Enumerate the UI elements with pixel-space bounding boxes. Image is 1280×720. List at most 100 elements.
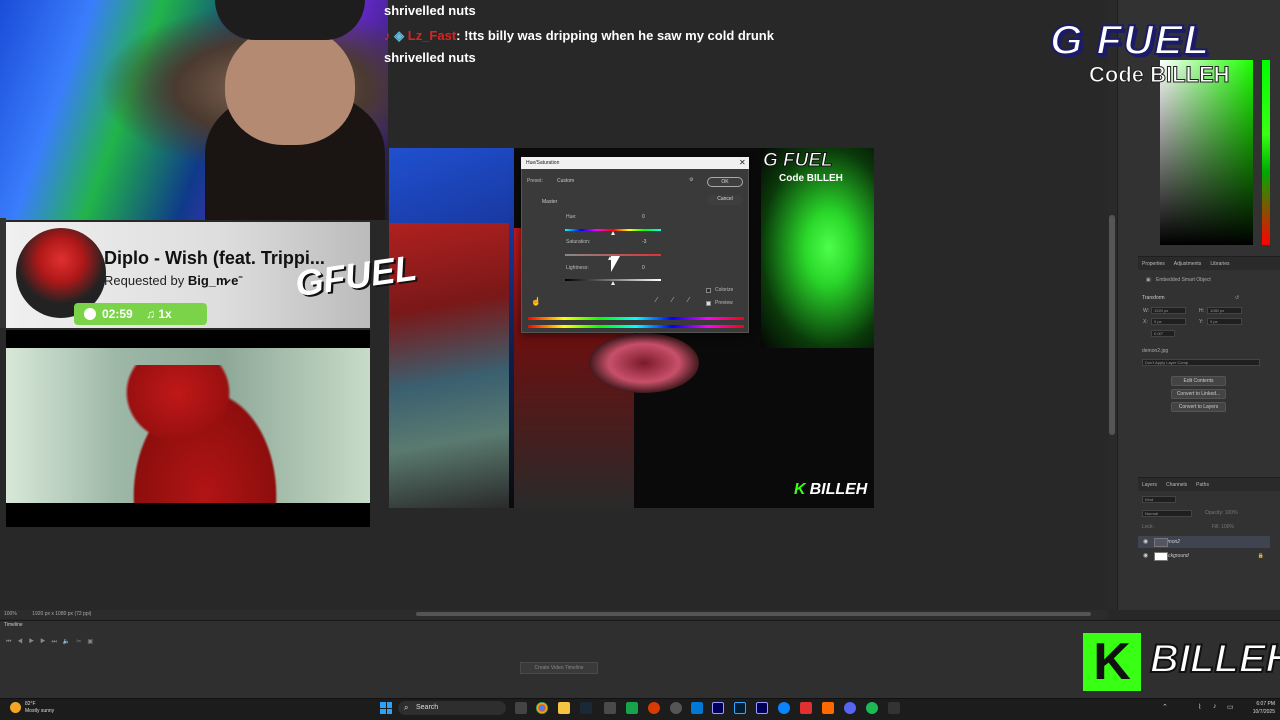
lightness-slider-knob[interactable] xyxy=(611,281,615,285)
app-icon[interactable] xyxy=(670,702,682,714)
canvas-gfuel-logo: G FUEL xyxy=(763,150,834,172)
network-icon[interactable]: ⌇ xyxy=(1198,703,1201,711)
discord-icon[interactable] xyxy=(844,702,856,714)
create-video-timeline-button[interactable]: Create Video Timeline xyxy=(520,662,598,674)
photoshop-icon[interactable] xyxy=(734,702,746,714)
eye-icon[interactable]: ◉ xyxy=(1143,550,1148,562)
reset-icon[interactable]: ↺ xyxy=(1235,295,1239,301)
horizontal-scrollbar[interactable] xyxy=(416,612,1091,616)
requested-prefix: Requested by xyxy=(104,273,188,288)
angle-field[interactable]: 0.00° xyxy=(1151,330,1175,337)
hand-icon[interactable]: ☝ xyxy=(531,297,541,306)
app-icon[interactable] xyxy=(778,702,790,714)
song-requester: Requested by Big_m̷ eˉ xyxy=(104,273,243,288)
tab-properties[interactable]: Properties xyxy=(1142,257,1165,270)
channel-select[interactable]: Master xyxy=(540,198,582,206)
taskbar-search[interactable]: ⌕ Search xyxy=(398,701,506,715)
app-icon[interactable] xyxy=(888,702,900,714)
eyedropper-plus-icon[interactable]: ⁄ xyxy=(672,297,673,304)
fill-field[interactable]: Fill: 100% xyxy=(1212,524,1234,530)
scrollbar-thumb[interactable] xyxy=(1109,215,1115,435)
width-field[interactable]: 1920 px xyxy=(1151,307,1186,314)
after-effects-icon[interactable] xyxy=(712,702,724,714)
cancel-button[interactable]: Cancel xyxy=(707,195,743,205)
tab-adjustments[interactable]: Adjustments xyxy=(1174,257,1202,270)
tab-libraries[interactable]: Libraries xyxy=(1210,257,1229,270)
hue-slider[interactable] xyxy=(1262,60,1270,245)
tools-panel[interactable] xyxy=(0,218,6,328)
app-icon[interactable] xyxy=(822,702,834,714)
convert-layers-button[interactable]: Convert to Layers xyxy=(1171,402,1226,412)
tray-chevron-icon[interactable]: ⌃ xyxy=(1162,703,1168,711)
file-explorer-icon[interactable] xyxy=(558,702,570,714)
x-field[interactable]: 0 px xyxy=(1151,318,1186,325)
height-label: H: xyxy=(1199,308,1204,314)
height-field[interactable]: 1080 px xyxy=(1207,307,1242,314)
preview-checkbox[interactable] xyxy=(706,301,711,306)
color-spectrum-output xyxy=(528,325,744,328)
app-icon[interactable] xyxy=(604,702,616,714)
volume-icon[interactable]: ♪ xyxy=(1213,703,1217,710)
app-icon[interactable] xyxy=(648,702,660,714)
opacity-field[interactable]: Opacity: 100% xyxy=(1205,510,1238,516)
chat-username[interactable]: Lz_Fast xyxy=(408,28,456,43)
app-icon[interactable] xyxy=(691,702,703,714)
steam-icon[interactable] xyxy=(580,702,592,714)
spotify-icon[interactable] xyxy=(866,702,878,714)
zoom-level[interactable]: 100% xyxy=(4,611,17,617)
webcam-feed xyxy=(0,0,388,220)
color-spectrum-input xyxy=(528,317,744,320)
hue-value[interactable]: 0 xyxy=(640,213,660,221)
transform-heading: Transform xyxy=(1142,295,1165,301)
xbox-icon[interactable] xyxy=(626,702,638,714)
linked-file-name: demon2.jpg xyxy=(1142,348,1169,354)
layer-thumbnail xyxy=(1154,538,1168,547)
hue-slider-knob[interactable] xyxy=(611,231,615,235)
lightness-label: Lightness: xyxy=(566,265,589,271)
eyedropper-icon[interactable]: ⁄ xyxy=(656,297,657,304)
streamer-hat xyxy=(215,0,365,40)
app-icon[interactable] xyxy=(800,702,812,714)
lightness-value[interactable]: 0 xyxy=(640,264,660,272)
layer-row-background[interactable]: ◉ Background 🔒 xyxy=(1138,550,1270,562)
premiere-icon[interactable] xyxy=(756,702,768,714)
eye-icon[interactable]: ◉ xyxy=(1143,536,1148,548)
saturation-value[interactable]: -3 xyxy=(640,238,660,246)
preset-select[interactable]: Custom xyxy=(555,177,683,185)
layer-comp-select[interactable]: Don't Apply Layer Comp xyxy=(1142,359,1260,366)
song-progress-pill: 02:59 ♫ 1x xyxy=(74,303,207,325)
blend-mode-select[interactable]: Normal xyxy=(1142,510,1192,517)
width-label: W: xyxy=(1143,308,1150,314)
chat-message-tts: ♪ ◈ Lz_Fast: !tts billy was dripping whe… xyxy=(384,28,774,44)
canvas-billeh-logo: K BILLEH xyxy=(794,481,867,499)
colorize-checkbox[interactable] xyxy=(706,288,711,293)
dialog-title[interactable]: Hue/Saturation xyxy=(521,157,749,169)
tab-layers[interactable]: Layers xyxy=(1142,478,1157,491)
ok-button[interactable]: OK xyxy=(707,177,743,187)
video-figure xyxy=(115,365,295,503)
layers-tabs: Layers Channels Paths xyxy=(1138,477,1280,491)
edit-contents-button[interactable]: Edit Contents xyxy=(1171,376,1226,386)
eyedropper-minus-icon[interactable]: ⁄ xyxy=(688,297,689,304)
taskbar-clock[interactable]: 6:07 PM 10/7/2025 xyxy=(1243,700,1275,716)
gear-icon[interactable]: ⚙ xyxy=(689,177,693,183)
chrome-icon[interactable] xyxy=(536,702,548,714)
timeline-tab[interactable]: Timeline xyxy=(4,622,23,628)
colorize-label: Colorize xyxy=(715,287,734,293)
battery-icon[interactable]: ▭ xyxy=(1227,703,1234,711)
close-icon[interactable]: ✕ xyxy=(739,157,746,169)
lock-icon: 🔒 xyxy=(1257,553,1264,559)
tab-paths[interactable]: Paths xyxy=(1196,478,1209,491)
task-view-icon[interactable] xyxy=(515,702,527,714)
layer-kind-filter[interactable]: Kind xyxy=(1142,496,1176,503)
layer-row-demon2[interactable]: ◉ demon2 xyxy=(1138,536,1270,548)
search-icon: ⌕ xyxy=(404,703,409,712)
windows-start-button[interactable] xyxy=(380,702,392,714)
properties-type: Embedded Smart Object xyxy=(1156,277,1211,283)
billeh-logo-text: BILLEH xyxy=(1149,636,1280,682)
chat-message: shrivelled nuts xyxy=(384,50,476,65)
tab-channels[interactable]: Channels xyxy=(1166,478,1187,491)
y-field[interactable]: 0 px xyxy=(1207,318,1242,325)
timeline-controls[interactable]: ⏮◀▶▶⏭🔈✂▣ xyxy=(6,638,99,646)
convert-linked-button[interactable]: Convert to Linked... xyxy=(1171,389,1226,399)
